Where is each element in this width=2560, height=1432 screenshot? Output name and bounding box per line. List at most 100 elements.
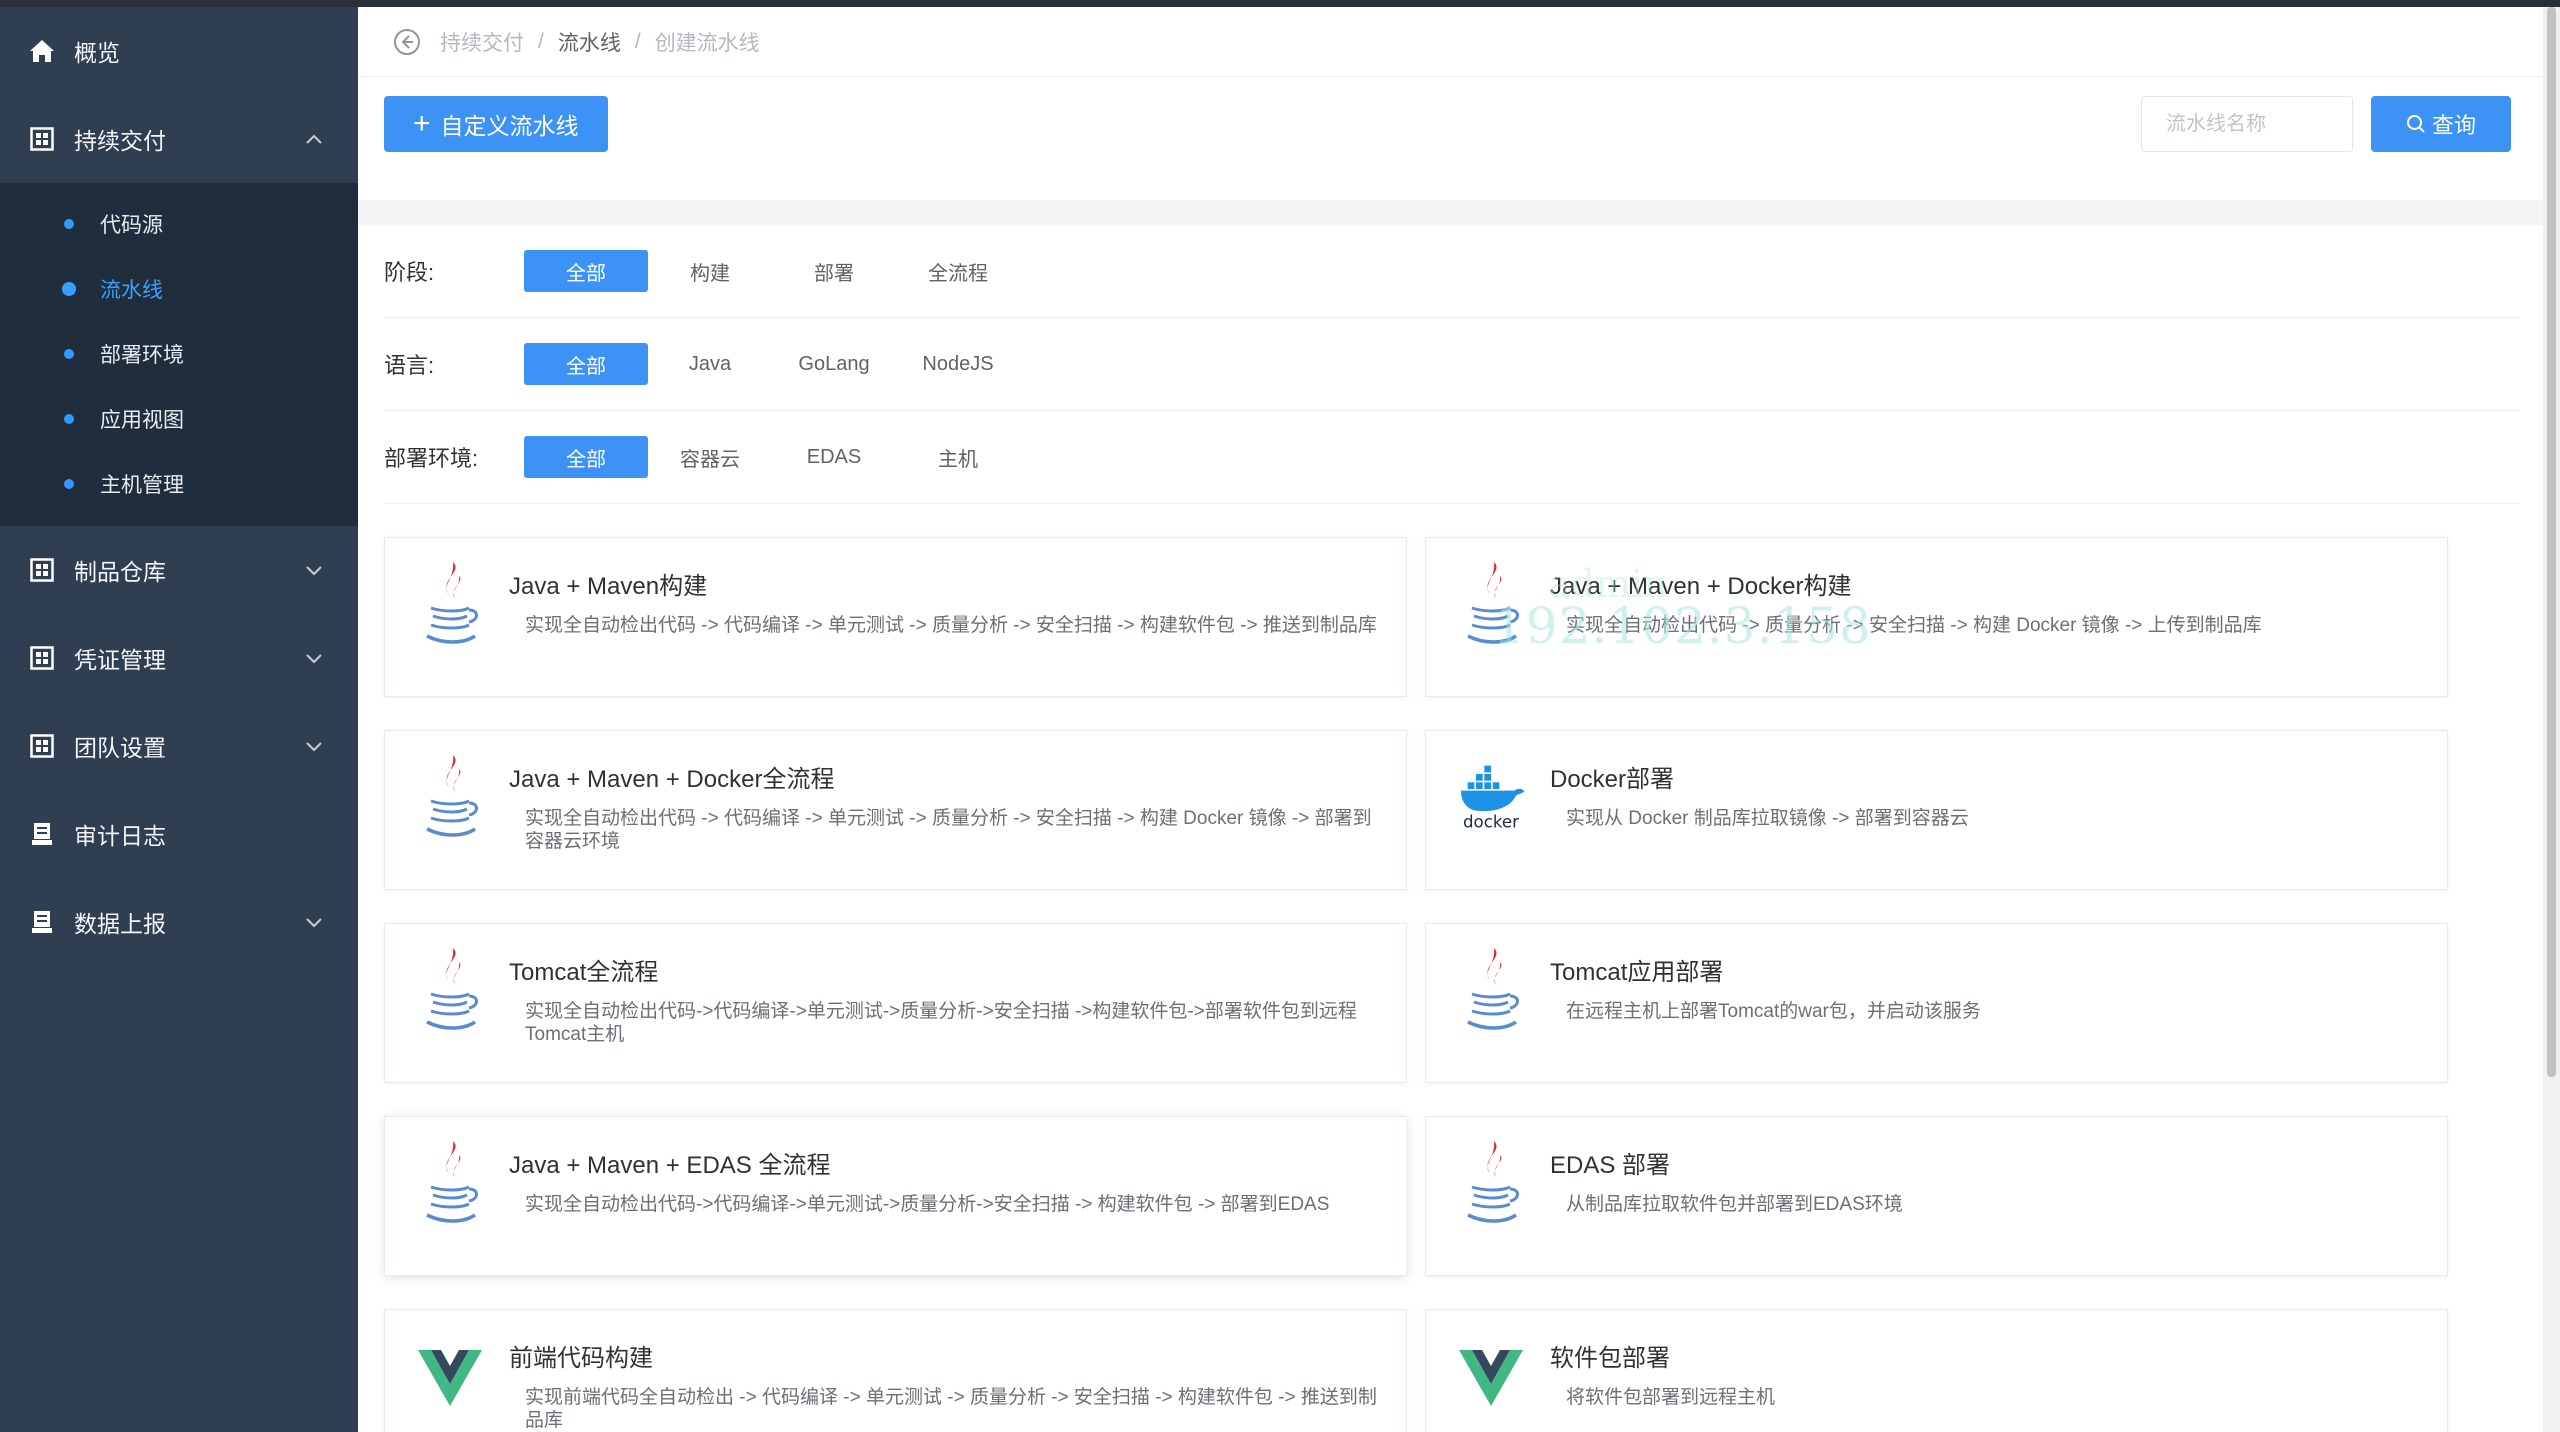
back-circle-icon[interactable] (392, 27, 422, 57)
document-icon (28, 820, 56, 848)
menu-artifact-label: 制品仓库 (74, 559, 166, 585)
breadcrumb-sep: / (634, 29, 641, 53)
breadcrumb-cd[interactable]: 持续交付 (440, 27, 524, 57)
chip-lang-golang[interactable]: GoLang (772, 343, 896, 385)
java-icon (1456, 556, 1526, 656)
breadcrumb-sep: / (538, 29, 544, 53)
filter-panel: 阶段: 全部 构建 部署 全流程 语言: 全部 Java GoLang Node… (358, 225, 2543, 504)
menu-report-label: 数据上报 (74, 911, 166, 937)
template-card[interactable]: 前端代码构建 实现前端代码全自动检出 -> 代码编译 -> 单元测试 -> 质量… (384, 1309, 1407, 1432)
main-content: 持续交付 / 流水线 / 创建流水线 + 自定义流水线 查询 阶段: 全部 构建… (358, 7, 2543, 1432)
search-button[interactable]: 查询 (2371, 96, 2511, 152)
card-desc: 实现前端代码全自动检出 -> 代码编译 -> 单元测试 -> 质量分析 -> 安… (525, 1387, 1377, 1431)
bullet-icon (64, 478, 74, 489)
page-scrollbar[interactable] (2543, 7, 2560, 1432)
pipeline-name-input[interactable] (2141, 96, 2353, 152)
card-title: 软件包部署 (1550, 1345, 1670, 1372)
docker-icon: docker (1456, 749, 1526, 849)
sidebar-item-deploy-env[interactable]: 部署环境 (0, 321, 358, 386)
java-icon (1456, 942, 1526, 1042)
menu-team-settings[interactable]: 团队设置 (0, 702, 358, 790)
template-card[interactable]: Java + Maven + Docker全流程 实现全自动检出代码 -> 代码… (384, 730, 1407, 890)
chip-lang-java[interactable]: Java (648, 343, 772, 385)
template-card[interactable]: docker Docker部署 实现从 Docker 制品库拉取镜像 -> 部署… (1425, 730, 2448, 890)
chip-lang-all[interactable]: 全部 (524, 343, 648, 385)
sub-item-label: 部署环境 (100, 343, 184, 367)
template-card[interactable]: Tomcat应用部署 在远程主机上部署Tomcat的war包，并启动该服务 (1425, 923, 2448, 1083)
breadcrumb-pipeline[interactable]: 流水线 (558, 27, 621, 57)
menu-credential[interactable]: 凭证管理 (0, 614, 358, 702)
search-input-wrap (2141, 96, 2353, 152)
filter-stage: 阶段: 全部 构建 部署 全流程 (384, 225, 2520, 318)
template-card[interactable]: EDAS 部署 从制品库拉取软件包并部署到EDAS环境 (1425, 1116, 2448, 1276)
template-card[interactable]: Tomcat全流程 实现全自动检出代码->代码编译->单元测试->质量分析->安… (384, 923, 1407, 1083)
card-desc: 实现全自动检出代码->代码编译->单元测试->质量分析->安全扫描 -> 构建软… (525, 1194, 1330, 1215)
sub-item-label: 主机管理 (100, 473, 184, 497)
chevron-down-icon (304, 912, 324, 932)
menu-audit-label: 审计日志 (74, 823, 166, 849)
java-icon (1456, 1135, 1526, 1235)
menu-continuous-delivery[interactable]: 持续交付 (0, 95, 358, 183)
chevron-down-icon (304, 648, 324, 668)
chevron-down-icon (304, 736, 324, 756)
chip-env-edas[interactable]: EDAS (772, 436, 896, 478)
menu-team-label: 团队设置 (74, 735, 166, 761)
cd-submenu: 代码源 流水线 部署环境 应用视图 主机管理 (0, 183, 358, 526)
card-desc: 实现全自动检出代码 -> 代码编译 -> 单元测试 -> 质量分析 -> 安全扫… (525, 615, 1377, 636)
card-title: Java + Maven + Docker全流程 (509, 766, 835, 793)
sidebar-item-pipeline[interactable]: 流水线 (0, 256, 358, 321)
vue-icon (415, 1328, 485, 1428)
top-strip (0, 0, 2560, 7)
chip-env-host[interactable]: 主机 (896, 436, 1020, 478)
bullet-icon (62, 281, 76, 296)
java-icon (415, 556, 485, 656)
filter-stage-label: 阶段: (384, 260, 435, 285)
card-title: 前端代码构建 (509, 1345, 653, 1372)
sidebar-item-host-mgmt[interactable]: 主机管理 (0, 451, 358, 516)
breadcrumb-create: 创建流水线 (654, 31, 760, 55)
chip-env-all[interactable]: 全部 (524, 436, 648, 478)
search-icon (2406, 115, 2425, 133)
custom-pipeline-button[interactable]: + 自定义流水线 (384, 96, 608, 152)
template-card[interactable]: Java + Maven构建 实现全自动检出代码 -> 代码编译 -> 单元测试… (384, 537, 1407, 697)
chip-env-container[interactable]: 容器云 (648, 436, 772, 478)
grid-icon (28, 125, 56, 153)
card-desc: 实现全自动检出代码->代码编译->单元测试->质量分析->安全扫描 ->构建软件… (525, 1001, 1357, 1045)
java-icon (415, 749, 485, 849)
bullet-icon (64, 218, 74, 229)
chip-stage-full[interactable]: 全流程 (896, 250, 1020, 292)
chip-stage-build[interactable]: 构建 (648, 250, 772, 292)
sub-item-label: 应用视图 (100, 408, 184, 432)
chip-stage-deploy[interactable]: 部署 (772, 250, 896, 292)
menu-overview-label: 概览 (74, 40, 120, 66)
menu-cd-label: 持续交付 (74, 128, 166, 154)
filter-env-label: 部署环境: (384, 446, 479, 471)
template-card[interactable]: Java + Maven + Docker构建 实现全自动检出代码 -> 质量分… (1425, 537, 2448, 697)
chip-stage-all[interactable]: 全部 (524, 250, 648, 292)
card-title: Tomcat应用部署 (1550, 959, 1724, 986)
template-card[interactable]: Java + Maven + EDAS 全流程 实现全自动检出代码->代码编译-… (384, 1116, 1407, 1276)
sidebar-item-app-view[interactable]: 应用视图 (0, 386, 358, 451)
menu-overview[interactable]: 概览 (0, 7, 358, 95)
menu-artifact-repo[interactable]: 制品仓库 (0, 526, 358, 614)
menu-credential-label: 凭证管理 (74, 647, 166, 673)
chevron-up-icon (304, 129, 324, 149)
breadcrumb: 持续交付 / 流水线 / 创建流水线 (358, 7, 2543, 77)
chevron-down-icon (304, 560, 324, 580)
sidebar-item-code-source[interactable]: 代码源 (0, 191, 358, 256)
filter-language-label: 语言: (384, 353, 435, 378)
sidebar: 概览 持续交付 代码源 流水线 部署环境 应用视图 主机管理 制品仓库 凭证管理 (0, 7, 358, 1432)
card-title: Tomcat全流程 (509, 959, 659, 986)
sub-item-label: 流水线 (100, 278, 163, 302)
card-title: Java + Maven构建 (509, 573, 708, 600)
menu-data-report[interactable]: 数据上报 (0, 878, 358, 966)
card-desc: 实现全自动检出代码 -> 质量分析 -> 安全扫描 -> 构建 Docker 镜… (1566, 615, 2262, 636)
scrollbar-thumb[interactable] (2547, 7, 2556, 1077)
menu-audit-log[interactable]: 审计日志 (0, 790, 358, 878)
card-title: Java + Maven + EDAS 全流程 (509, 1152, 831, 1179)
template-card[interactable]: 软件包部署 将软件包部署到远程主机 (1425, 1309, 2448, 1432)
custom-pipeline-label: 自定义流水线 (440, 113, 579, 139)
card-desc: 将软件包部署到远程主机 (1566, 1387, 1776, 1408)
bullet-icon (64, 413, 74, 424)
chip-lang-nodejs[interactable]: NodeJS (896, 343, 1020, 385)
